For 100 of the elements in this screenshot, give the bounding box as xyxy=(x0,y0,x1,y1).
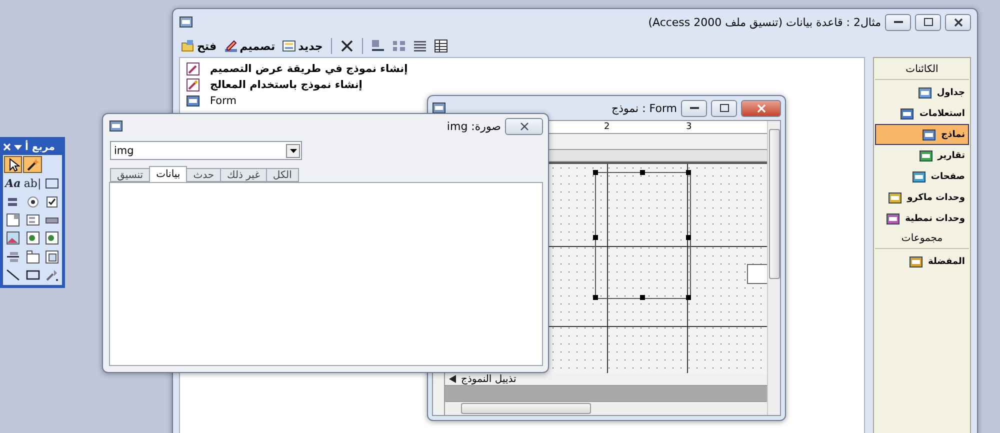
group-header[interactable]: مجموعات xyxy=(875,229,969,249)
form-icon xyxy=(186,94,200,108)
toolbar-button[interactable]: تصميم xyxy=(222,36,278,56)
arrow-icon xyxy=(449,375,457,383)
tool-button[interactable] xyxy=(22,156,42,174)
tool-button[interactable] xyxy=(4,156,22,174)
window-title: Form : نموذج xyxy=(611,102,677,114)
close-icon xyxy=(756,104,766,112)
frame-icon xyxy=(45,176,60,190)
report-icon xyxy=(918,148,933,162)
tool-button[interactable] xyxy=(4,211,22,229)
resize-handle[interactable] xyxy=(686,295,691,300)
minimize-icon xyxy=(894,21,902,23)
resize-handle[interactable] xyxy=(686,170,691,175)
image-icon xyxy=(6,231,20,246)
checkbox-icon xyxy=(45,194,60,209)
tool-button[interactable]: ab| xyxy=(22,174,42,192)
list-item[interactable]: إنشاء نموذج في طريقة عرض التصميم xyxy=(210,63,408,75)
tab[interactable]: غير ذلك xyxy=(220,168,267,182)
close-icon xyxy=(520,122,528,130)
tool-button[interactable]: Aa xyxy=(4,174,22,192)
maximize-icon xyxy=(924,18,932,26)
sidebar-item[interactable]: المفضلة xyxy=(875,251,969,272)
minimize-button[interactable] xyxy=(885,14,911,30)
group-header[interactable]: الكائنات xyxy=(875,60,969,80)
combo-box-icon xyxy=(6,212,20,227)
properties-icon xyxy=(109,119,123,133)
list-item[interactable]: Form xyxy=(210,95,236,107)
resize-handle[interactable] xyxy=(593,170,598,175)
tab[interactable]: الكل xyxy=(266,168,299,182)
dropdown-icon[interactable] xyxy=(14,144,22,150)
large-icons-view-icon xyxy=(370,39,385,53)
sidebar-item[interactable]: جداول xyxy=(875,82,969,103)
option-button-icon xyxy=(26,194,40,209)
favorites-folder-icon xyxy=(909,254,924,268)
pencil-ruler-icon xyxy=(224,39,238,53)
sidebar-item[interactable]: نماذج xyxy=(875,124,969,145)
design-form-icon xyxy=(186,62,200,76)
form-icon xyxy=(432,101,446,115)
rectangle-icon xyxy=(26,268,40,282)
module-icon xyxy=(886,212,900,226)
wizard-form-icon xyxy=(186,78,200,92)
section-label: تذييل النموذج xyxy=(461,374,516,384)
tool-button[interactable] xyxy=(43,230,61,248)
resize-handle[interactable] xyxy=(640,170,645,175)
sidebar-item[interactable]: وحدات ماكرو xyxy=(875,187,969,208)
vertical-scrollbar[interactable] xyxy=(767,121,780,415)
tab-control-icon xyxy=(26,250,40,264)
page-icon xyxy=(912,170,926,184)
horizontal-scrollbar[interactable] xyxy=(445,402,767,415)
resize-handle[interactable] xyxy=(593,295,598,300)
close-button[interactable] xyxy=(945,14,971,30)
image-control[interactable] xyxy=(595,172,691,299)
ruler-number: 3 xyxy=(686,122,692,133)
page-break-icon xyxy=(6,250,20,264)
close-button[interactable] xyxy=(505,118,543,134)
object-selector[interactable]: img xyxy=(110,141,302,160)
table-icon xyxy=(918,86,932,100)
ruler-number: 2 xyxy=(604,122,610,133)
minimize-button[interactable] xyxy=(681,100,707,116)
sidebar-item[interactable]: استعلامات xyxy=(875,103,969,124)
window-title: صورة: img xyxy=(446,120,501,132)
dropdown-button[interactable] xyxy=(286,144,300,158)
open-icon xyxy=(181,39,195,53)
macro-icon xyxy=(888,190,902,204)
resize-handle[interactable] xyxy=(640,295,645,300)
close-icon[interactable] xyxy=(3,143,11,151)
maximize-icon xyxy=(720,104,728,112)
sidebar-item[interactable]: صفحات xyxy=(875,166,969,187)
new-form-icon xyxy=(282,39,296,53)
maximize-button[interactable] xyxy=(915,14,941,30)
sidebar-item[interactable]: وحدات نمطية xyxy=(875,208,969,229)
query-icon xyxy=(900,106,914,120)
tab[interactable]: تنسيق xyxy=(110,168,150,182)
small-icons-view-icon xyxy=(392,39,406,53)
close-icon xyxy=(954,18,962,26)
minimize-icon xyxy=(690,107,698,109)
delete-icon xyxy=(340,39,354,53)
wand-icon xyxy=(26,158,40,172)
toolbox-title: مربع أ xyxy=(25,142,55,152)
tab[interactable]: بيانات xyxy=(149,166,188,182)
form-icon xyxy=(922,128,936,142)
tab[interactable]: حدث xyxy=(186,168,222,182)
maximize-button[interactable] xyxy=(711,100,737,116)
window-title: مثال2 : قاعدة بيانات (تنسيق ملف Access 2000) xyxy=(648,16,881,28)
toolbar-button[interactable]: فتح xyxy=(179,36,219,56)
list-item[interactable]: إنشاء نموذج باستخدام المعالج xyxy=(210,79,362,91)
tool-button[interactable] xyxy=(43,248,61,266)
close-button[interactable] xyxy=(741,100,781,116)
resize-handle[interactable] xyxy=(593,235,598,240)
resize-handle[interactable] xyxy=(686,235,691,240)
sidebar-item[interactable]: تقارير xyxy=(875,145,969,166)
tools-icon xyxy=(45,268,60,282)
details-view-icon xyxy=(434,39,448,53)
object-frame-icon xyxy=(45,231,60,246)
line-icon xyxy=(6,268,20,282)
subform-icon xyxy=(45,250,60,264)
toolbar-button[interactable]: جديد xyxy=(280,36,325,56)
caret-icon xyxy=(290,148,296,152)
text-box-control[interactable] xyxy=(747,264,767,284)
